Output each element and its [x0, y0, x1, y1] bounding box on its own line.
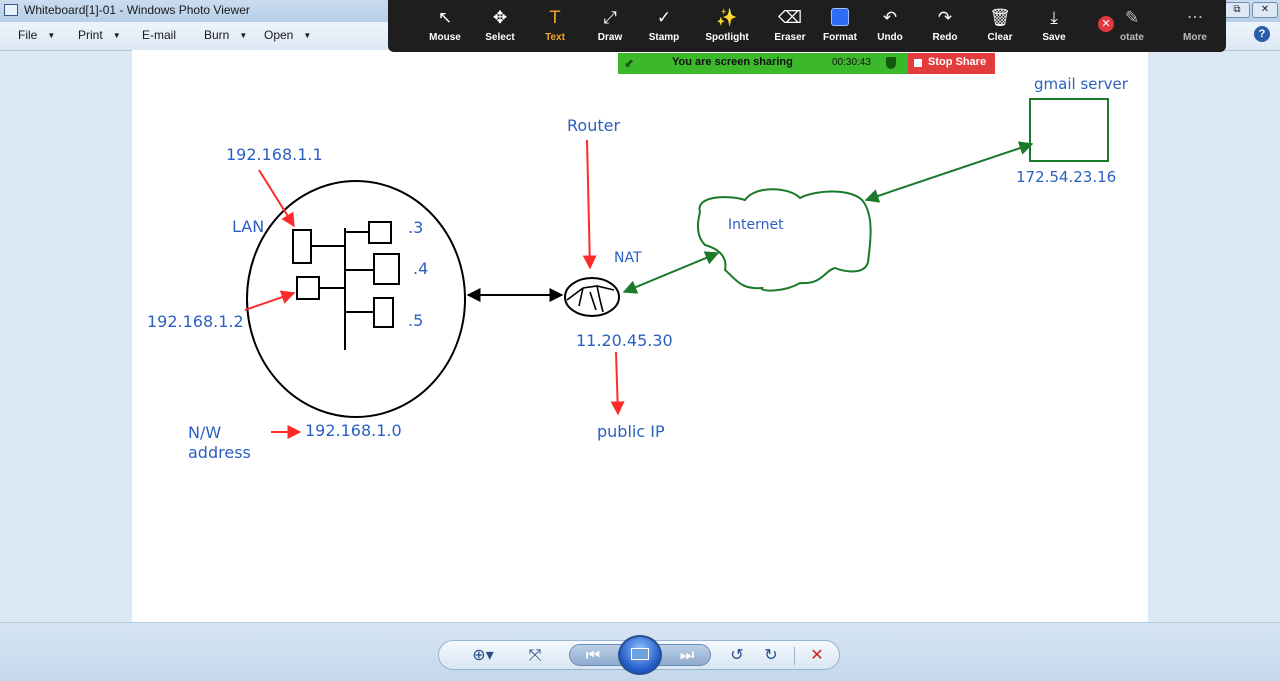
nw-address-line2: address	[188, 443, 251, 462]
pencil-icon: ✎	[1124, 8, 1140, 28]
tool-stamp[interactable]: ✓ Stamp	[634, 8, 694, 43]
host-1-box	[292, 229, 312, 264]
host-ip-label: 192.168.1.2	[147, 312, 244, 331]
checkmark-icon: ✓	[656, 8, 672, 28]
tool-spotlight[interactable]: ✨ Spotlight	[697, 8, 757, 43]
shield-icon	[886, 57, 896, 69]
arrow-public-ip	[610, 351, 625, 416]
tool-more[interactable]: ··· More	[1165, 8, 1225, 43]
rotate-right-icon[interactable]: ↻	[759, 646, 783, 664]
router-public-ip: 11.20.45.30	[576, 331, 673, 350]
zoom-icon[interactable]: ⊕▾	[467, 646, 499, 664]
rotate-left-icon[interactable]: ↺	[725, 646, 749, 664]
annotation-toolbar: ↖ Mouse ✥ Select T Text ⤢ Draw ✓ Stamp ✨ Spotl…	[388, 0, 1226, 52]
gmail-server-ip: 172.54.23.16	[1016, 168, 1117, 186]
more-icon: ···	[1186, 8, 1204, 28]
spotlight-wand-icon: ✨	[716, 8, 738, 28]
text-icon: T	[549, 8, 561, 28]
screen-sharing-banner: ⬋ You are screen sharing 00:30:43	[618, 53, 908, 74]
tool-rotate[interactable]: ✎ otate	[1104, 8, 1160, 43]
share-arrow-icon: ⬋	[624, 56, 635, 70]
sharing-timer: 00:30:43	[832, 57, 871, 68]
tool-save[interactable]: ⤓ Save	[1024, 8, 1084, 43]
host-5-label: .5	[408, 311, 424, 330]
lan-bus	[311, 228, 374, 350]
viewer-controls: ⊕▾ ⤧ ⏮ ⏭ ↺ ↻ ✕	[438, 635, 840, 675]
undo-icon: ↶	[882, 8, 898, 28]
tool-draw[interactable]: ⤢ Draw	[580, 8, 640, 43]
download-icon: ⤓	[1050, 8, 1058, 28]
arrow-router	[582, 139, 597, 270]
tool-text[interactable]: T Text	[525, 8, 585, 43]
delete-icon[interactable]: ✕	[805, 646, 829, 664]
internet-server-link	[864, 141, 1034, 203]
actual-size-icon[interactable]: ⤧	[523, 646, 547, 664]
host-4-box	[373, 253, 400, 285]
internet-label: Internet	[728, 217, 784, 233]
sharing-status-text: You are screen sharing	[672, 56, 793, 68]
tool-redo[interactable]: ↷ Redo	[915, 8, 975, 43]
host-4-label: .4	[413, 259, 429, 278]
network-address-ip: 192.168.1.0	[305, 421, 402, 440]
host-3-box	[368, 221, 392, 244]
nw-address-line1: N/W	[188, 423, 222, 442]
host-2-box	[296, 276, 320, 300]
router-symbol	[564, 277, 620, 317]
divider	[794, 647, 795, 665]
nat-label: NAT	[614, 250, 642, 266]
stop-share-button[interactable]: Stop Share	[908, 53, 995, 74]
color-swatch-icon	[831, 8, 849, 26]
lan-label: LAN	[232, 217, 265, 236]
previous-icon[interactable]: ⏮	[582, 646, 604, 664]
tool-select[interactable]: ✥ Select	[470, 8, 530, 43]
public-ip-label: public IP	[597, 422, 665, 441]
trash-icon: 🗑	[989, 8, 1011, 28]
gmail-server-box	[1029, 98, 1109, 162]
tool-mouse[interactable]: ↖ Mouse	[415, 8, 475, 43]
gmail-server-label: gmail server	[1034, 75, 1128, 93]
bottom-control-bar: ⊕▾ ⤧ ⏮ ⏭ ↺ ↻ ✕	[0, 622, 1280, 681]
lan-gateway-ip-label: 192.168.1.1	[226, 145, 323, 164]
slideshow-icon	[631, 648, 649, 660]
tool-clear[interactable]: 🗑 Clear	[970, 8, 1030, 43]
stop-icon	[914, 59, 922, 67]
tool-undo[interactable]: ↶ Undo	[860, 8, 920, 43]
arrow-ip2	[244, 290, 296, 311]
next-icon[interactable]: ⏭	[676, 646, 698, 664]
redo-icon: ↷	[937, 8, 953, 28]
host-5-box	[373, 297, 394, 328]
cursor-icon: ↖	[437, 8, 453, 28]
router-label: Router	[567, 116, 621, 135]
pen-icon: ⤢	[603, 8, 617, 28]
slideshow-button[interactable]	[618, 635, 662, 675]
host-3-label: .3	[408, 218, 424, 237]
internet-cloud	[697, 188, 872, 292]
move-icon: ✥	[492, 8, 508, 28]
